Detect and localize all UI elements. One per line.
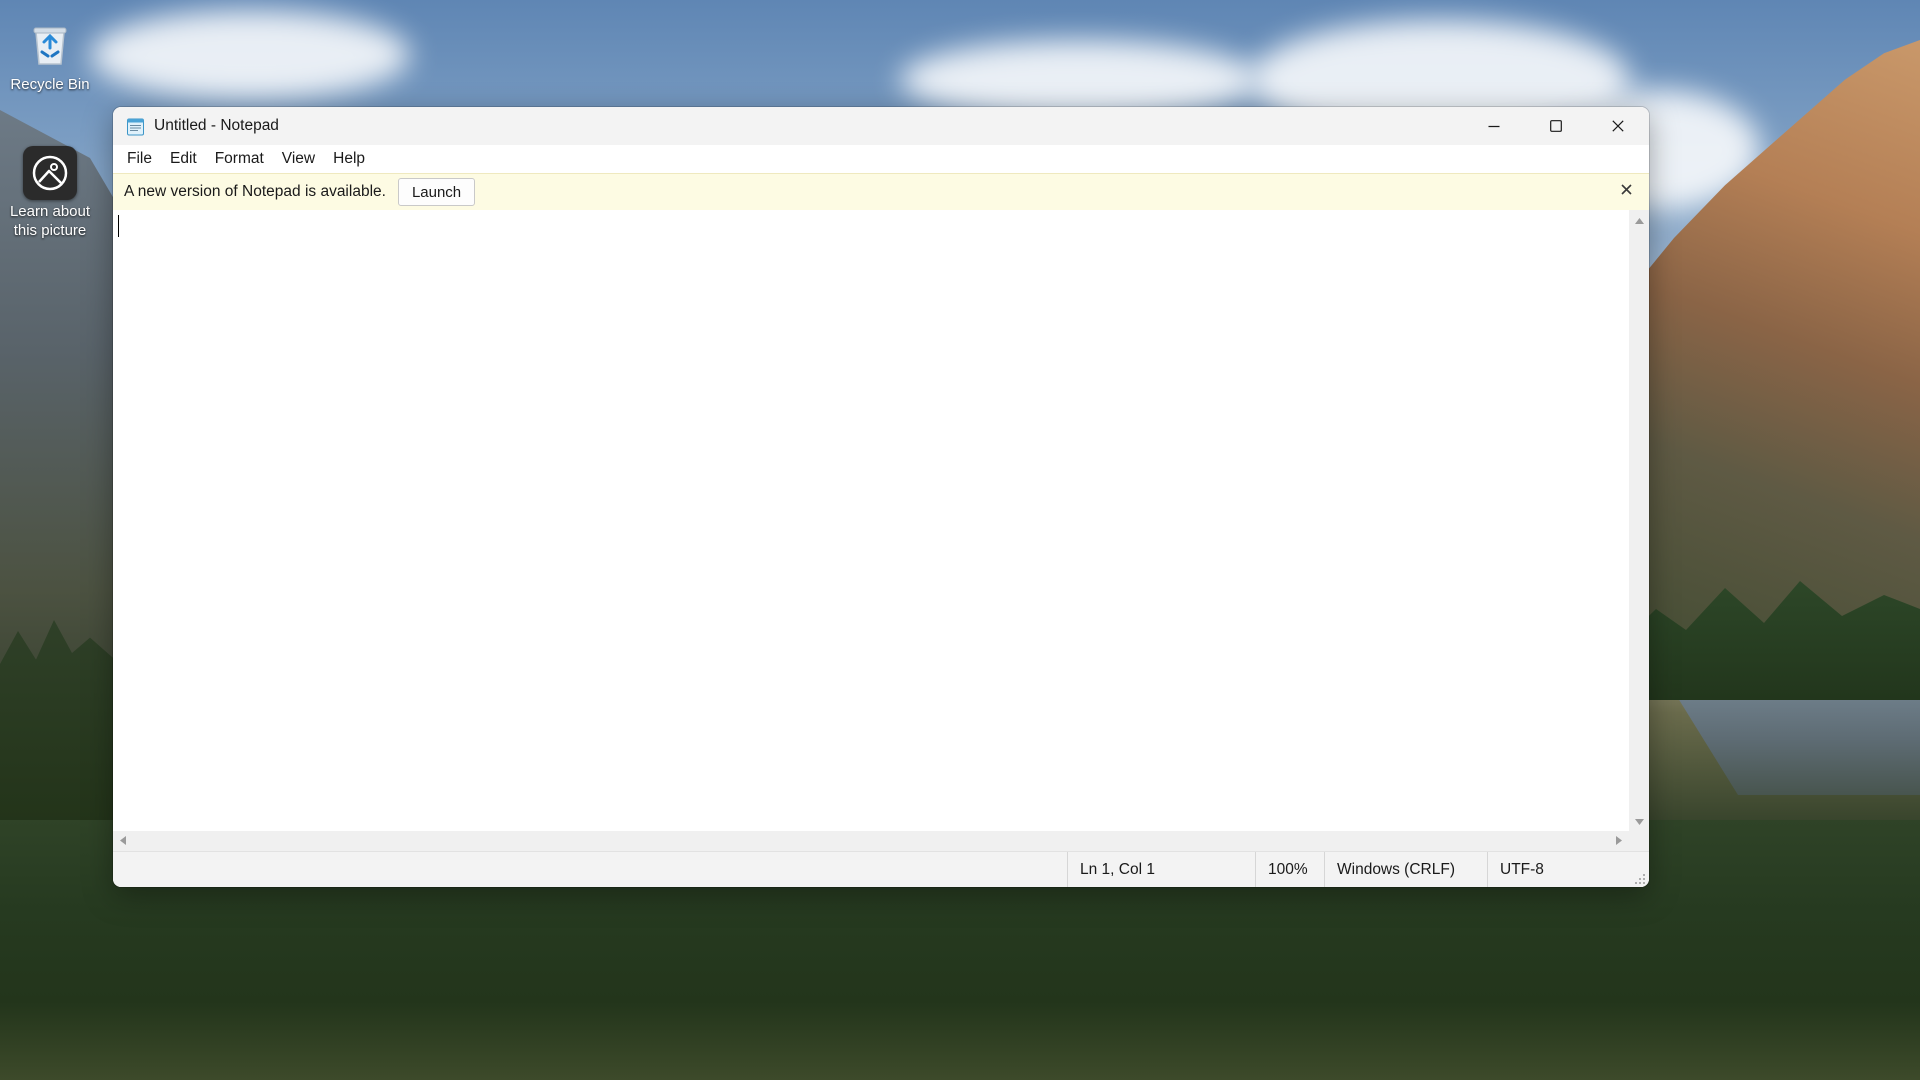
status-encoding: UTF-8 [1487, 852, 1627, 887]
desktop-icon-learn-picture[interactable]: Learn about this picture [4, 146, 96, 240]
notepad-icon [126, 117, 145, 136]
menu-help[interactable]: Help [324, 147, 374, 171]
close-icon [1620, 182, 1632, 200]
text-editor[interactable] [113, 210, 1629, 831]
status-cursor-position: Ln 1, Col 1 [1067, 852, 1252, 887]
triangle-up-icon [1634, 211, 1644, 229]
triangle-right-icon [1616, 832, 1622, 850]
menu-file[interactable]: File [118, 147, 161, 171]
maximize-icon [1550, 120, 1562, 132]
close-button[interactable] [1587, 107, 1649, 145]
status-bar: Ln 1, Col 1 100% Windows (CRLF) UTF-8 [113, 851, 1649, 887]
triangle-down-icon [1634, 812, 1644, 830]
text-caret [118, 215, 119, 237]
scrollbar-corner [1629, 831, 1649, 851]
title-bar[interactable]: Untitled - Notepad [113, 107, 1649, 145]
menu-format[interactable]: Format [206, 147, 273, 171]
launch-button[interactable]: Launch [397, 178, 476, 206]
desktop-icon-label: Recycle Bin [10, 76, 90, 93]
close-icon [1612, 120, 1624, 132]
notification-message: A new version of Notepad is available. [124, 183, 386, 200]
minimize-button[interactable] [1463, 107, 1525, 145]
caption-buttons [1463, 107, 1649, 145]
horizontal-scrollbar[interactable] [113, 831, 1629, 851]
maximize-button[interactable] [1525, 107, 1587, 145]
menu-bar: File Edit Format View Help [113, 145, 1649, 173]
minimize-icon [1488, 120, 1500, 132]
status-zoom: 100% [1255, 852, 1323, 887]
update-notification-bar: A new version of Notepad is available. L… [113, 173, 1649, 211]
resize-grip-icon[interactable] [1634, 872, 1646, 884]
scroll-up-button[interactable] [1629, 210, 1649, 230]
desktop-icon-recycle-bin[interactable]: Recycle Bin [4, 18, 96, 94]
scroll-left-button[interactable] [113, 831, 133, 851]
menu-view[interactable]: View [273, 147, 324, 171]
scroll-right-button[interactable] [1609, 831, 1629, 851]
window-title: Untitled - Notepad [154, 117, 279, 134]
vertical-scrollbar[interactable] [1629, 210, 1649, 831]
learn-picture-icon [23, 146, 77, 200]
recycle-bin-icon [4, 18, 96, 73]
menu-edit[interactable]: Edit [161, 147, 206, 171]
desktop-icon-label: Learn about this picture [9, 203, 91, 239]
status-line-ending: Windows (CRLF) [1324, 852, 1484, 887]
scroll-down-button[interactable] [1629, 811, 1649, 831]
triangle-left-icon [120, 832, 126, 850]
text-area[interactable] [113, 210, 1629, 831]
notification-dismiss-button[interactable] [1617, 182, 1635, 200]
notepad-window: Untitled - Notepad File Edit Format View… [113, 107, 1649, 887]
